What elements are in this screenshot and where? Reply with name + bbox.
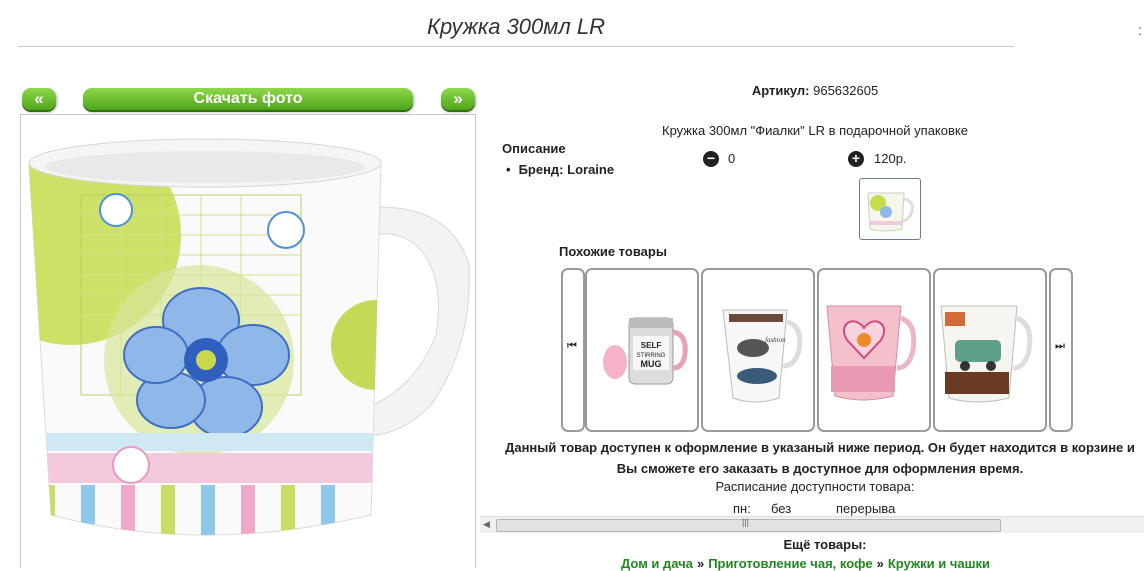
price: 120р. <box>874 151 907 166</box>
car-mug-image <box>940 305 1033 403</box>
product-photo <box>20 114 476 568</box>
svg-text:MUG: MUG <box>641 359 662 369</box>
product-thumbnail[interactable] <box>859 178 921 240</box>
plus-icon[interactable]: + <box>848 151 864 167</box>
similar-item-heart-mug[interactable] <box>817 268 931 432</box>
similar-item-self-stirring-mug[interactable]: SELF STIRRING MUG <box>585 268 699 432</box>
breadcrumb-separator: » <box>696 556 705 571</box>
schedule-to: перерыва <box>836 501 896 516</box>
carousel-next-button[interactable]: ⏭ <box>1049 268 1073 432</box>
svg-text:fashion: fashion <box>765 336 786 344</box>
svg-text:SELF: SELF <box>641 341 662 350</box>
similar-item-car-mug[interactable] <box>933 268 1047 432</box>
skip-forward-icon: ⏭ <box>1055 340 1065 352</box>
grip-icon: ||| <box>742 517 750 527</box>
prev-photo-button[interactable]: « <box>22 88 56 110</box>
skip-back-icon: ⏮ <box>567 340 577 352</box>
brand-item: • Бренд: Loraine <box>506 162 614 177</box>
breadcrumb-tea-coffee[interactable]: Приготовление чая, кофе <box>708 556 872 571</box>
mug-illustration <box>28 138 470 536</box>
sku-value: 965632605 <box>813 83 879 98</box>
similar-heading: Похожие товары <box>559 244 667 259</box>
mug-thumbnail-image <box>867 192 914 232</box>
quantity-value: 0 <box>728 151 736 166</box>
similar-item-fashion-mug[interactable]: fashion <box>701 268 815 432</box>
scroll-left-icon[interactable]: ◀ <box>483 519 490 530</box>
sku: Артикул: 965632605 <box>700 83 930 98</box>
horizontal-scrollbar[interactable]: ◀ ||| <box>480 516 1144 533</box>
schedule-from: без <box>771 501 792 516</box>
description-heading: Описание <box>502 141 566 156</box>
carousel-prev-button[interactable]: ⏮ <box>561 268 585 432</box>
availability-notice: Данный товар доступен к оформление в ука… <box>505 440 1135 476</box>
download-photo-button[interactable]: Скачать фото <box>83 88 413 110</box>
page-title: Кружка 300мл LR <box>18 14 1014 47</box>
next-photo-button[interactable]: » <box>441 88 475 110</box>
sku-label: Артикул: <box>751 83 810 98</box>
schedule-heading: Расписание доступности товара: <box>715 479 915 494</box>
breadcrumb: Дом и дача» Приготовление чая, кофе» Кружк… <box>621 556 990 571</box>
fashion-mug-image: fashion <box>722 309 803 403</box>
minus-icon[interactable]: − <box>703 151 719 167</box>
heart-mug-image <box>826 305 917 401</box>
more-products-heading: Ещё товары: <box>783 537 867 552</box>
scrollbar-thumb[interactable]: ||| <box>496 517 1001 532</box>
breadcrumb-separator: » <box>876 556 884 571</box>
breadcrumb-home-garden[interactable]: Дом и дача <box>621 556 693 571</box>
brand-text: Бренд: Loraine <box>518 162 615 177</box>
breadcrumb-mugs-cups[interactable]: Кружки и чашки <box>888 556 990 571</box>
bullet-icon: • <box>506 162 511 177</box>
self-stirring-mug-image: SELF STIRRING MUG <box>603 317 688 385</box>
schedule-day: пн: <box>733 501 751 516</box>
product-description: Кружка 300мл "Фиалки" LR в подарочной уп… <box>662 123 968 138</box>
edge-mark: : <box>1138 22 1142 38</box>
